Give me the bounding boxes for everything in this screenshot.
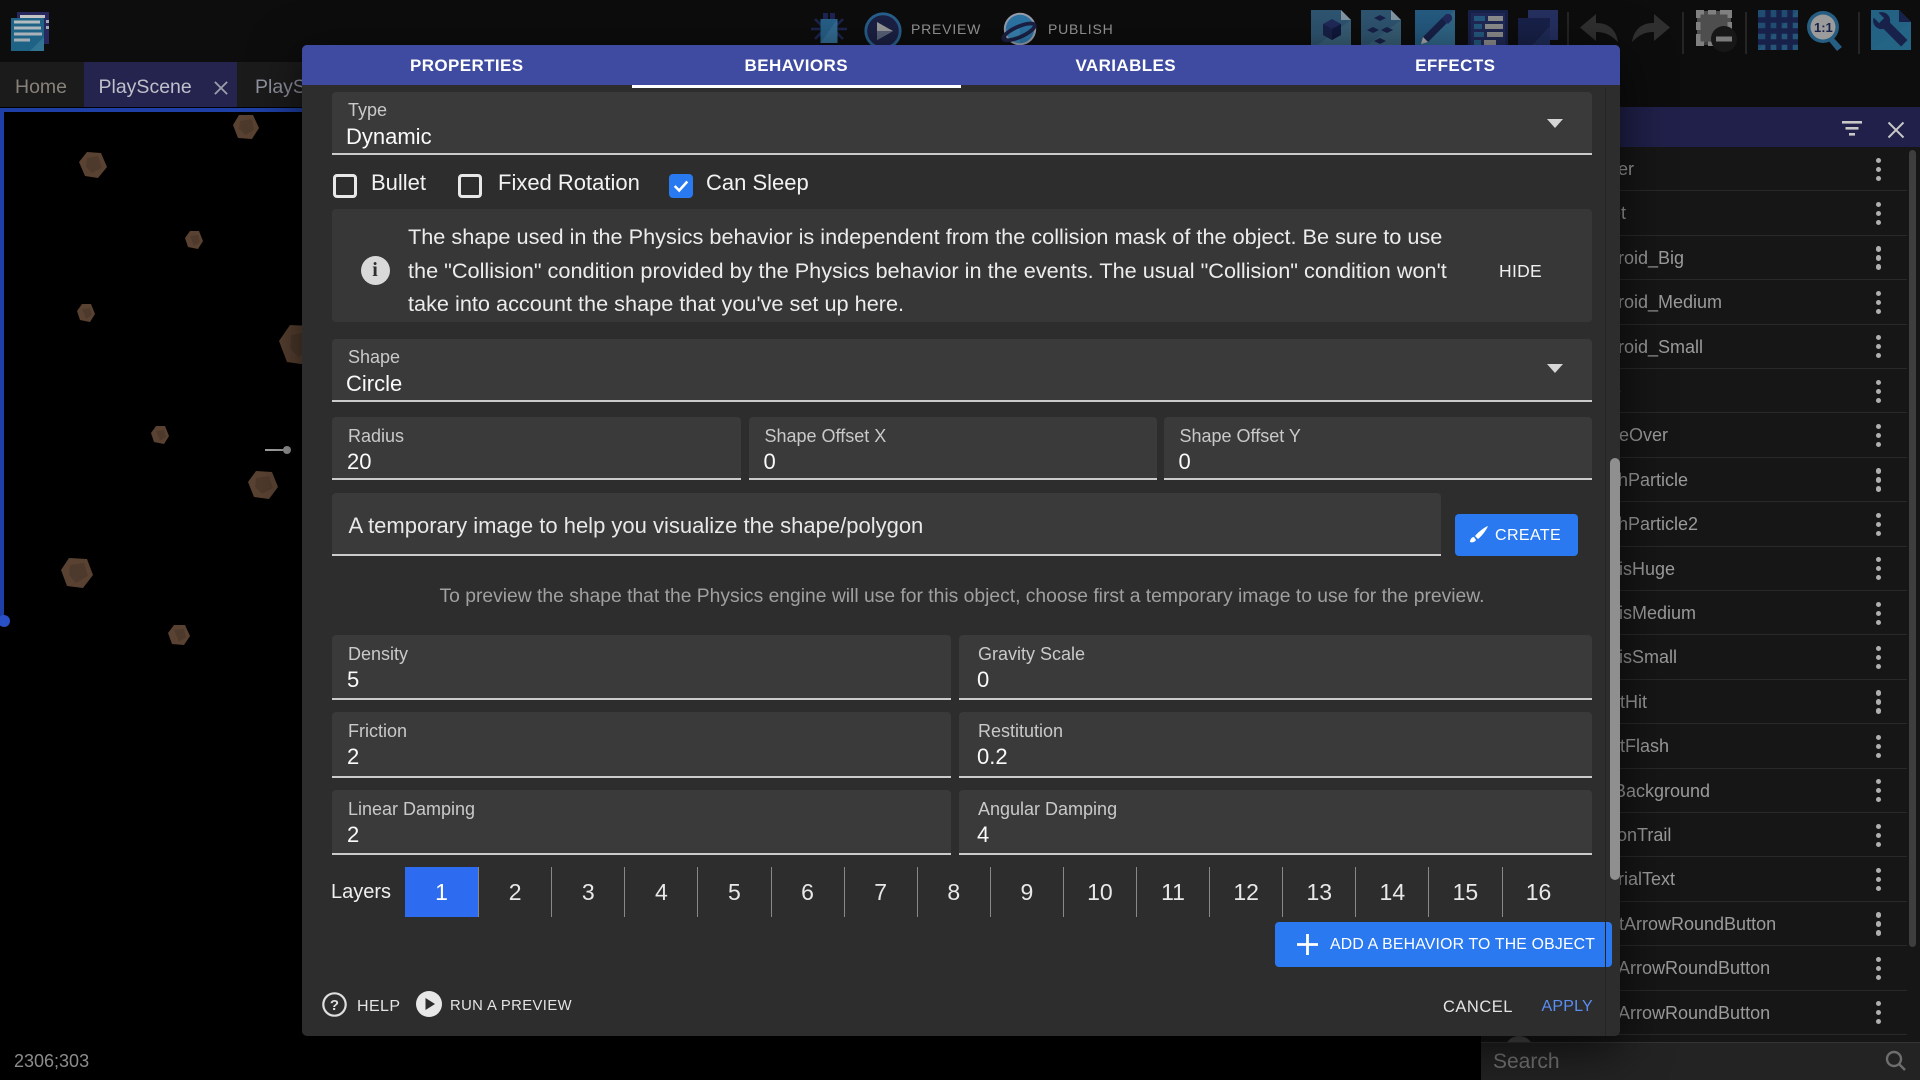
svg-text:1:1: 1:1 [1814, 20, 1833, 35]
svg-text:?: ? [330, 997, 339, 1014]
